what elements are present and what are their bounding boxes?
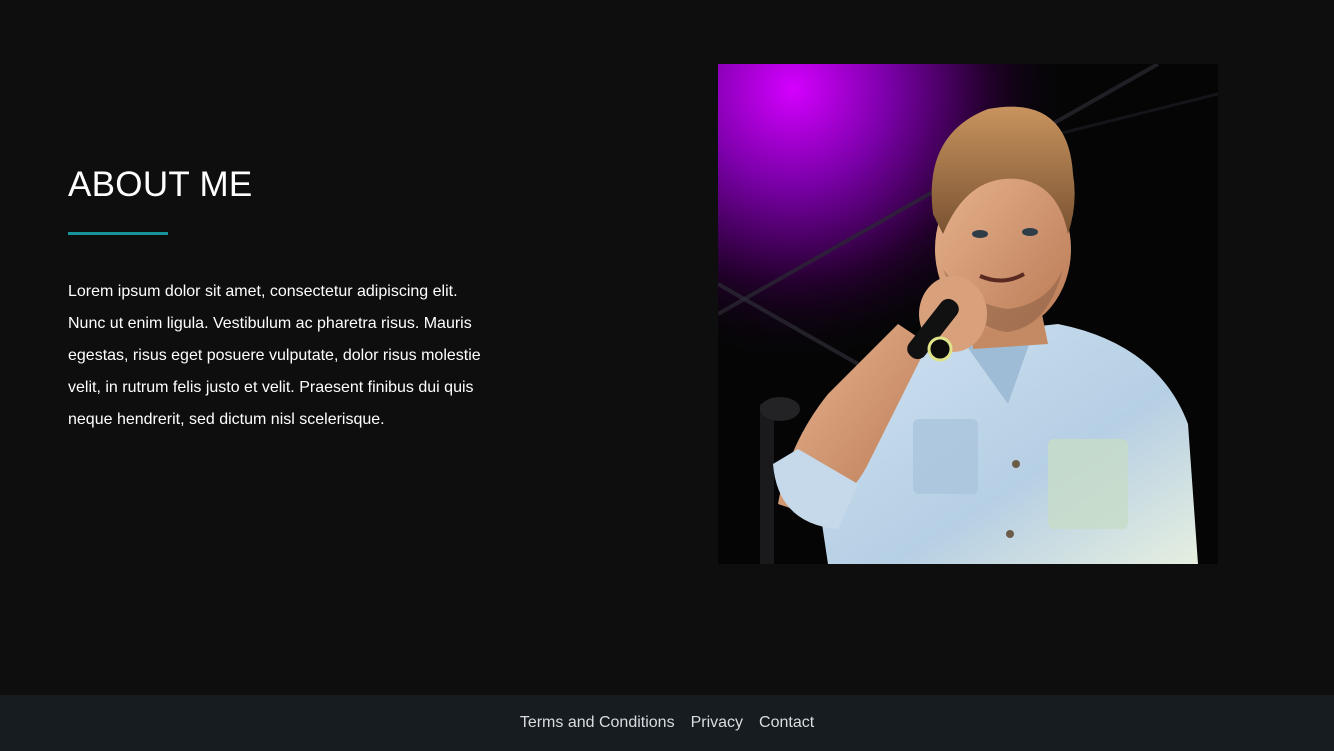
about-title: ABOUT ME xyxy=(68,165,253,204)
footer-link-terms[interactable]: Terms and Conditions xyxy=(520,713,675,733)
singer-illustration xyxy=(718,64,1218,564)
footer-link-privacy[interactable]: Privacy xyxy=(691,713,743,733)
about-section: ABOUT ME Lorem ipsum dolor sit amet, con… xyxy=(0,0,1334,695)
page: ABOUT ME Lorem ipsum dolor sit amet, con… xyxy=(0,0,1334,751)
about-text: Lorem ipsum dolor sit amet, consectetur … xyxy=(68,283,481,428)
title-underline xyxy=(68,232,168,235)
footer-link-contact[interactable]: Contact xyxy=(759,713,814,733)
profile-photo xyxy=(718,64,1218,564)
footer: Terms and Conditions Privacy Contact xyxy=(0,695,1334,751)
